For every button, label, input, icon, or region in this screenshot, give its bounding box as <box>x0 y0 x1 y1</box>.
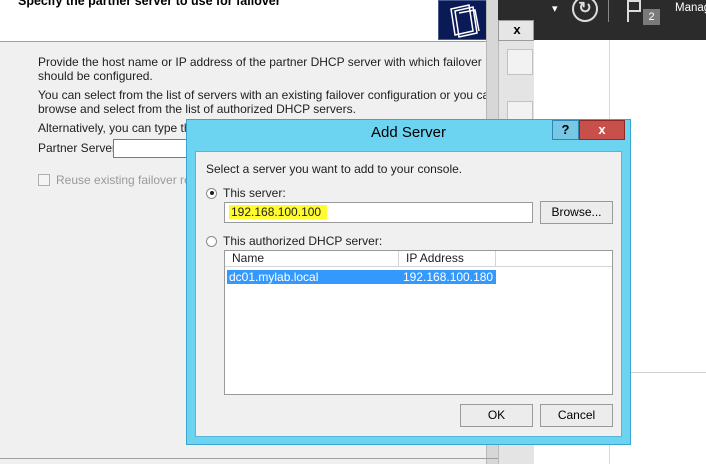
wizard-header: Specify the partner server to use for fa… <box>0 0 498 42</box>
panel-box <box>507 49 533 75</box>
close-icon[interactable]: x <box>503 21 531 39</box>
wizard-para2: You can select from the list of servers … <box>38 88 496 102</box>
ok-button[interactable]: OK <box>460 404 533 427</box>
notifications-flag-icon[interactable] <box>627 0 641 22</box>
folders-icon <box>438 0 488 40</box>
wizard-para2b: browse and select from the list of autho… <box>38 102 356 116</box>
this-server-option[interactable]: This server: <box>206 186 286 200</box>
reuse-failover-label: Reuse existing failover relati <box>56 173 207 187</box>
authorized-servers-list[interactable]: Name IP Address dc01.mylab.local 192.168… <box>224 250 613 395</box>
authorized-server-label: This authorized DHCP server: <box>223 234 383 248</box>
this-server-input[interactable]: 192.168.100.100 <box>224 202 533 223</box>
column-header-name[interactable]: Name <box>225 251 399 267</box>
manage-menu[interactable]: Manag <box>675 2 706 14</box>
this-server-radio[interactable] <box>206 187 217 199</box>
wizard-para3: Alternatively, you can type the h <box>38 121 208 135</box>
authorized-server-radio[interactable] <box>206 235 217 247</box>
this-server-value: 192.168.100.100 <box>229 205 328 219</box>
cancel-button[interactable]: Cancel <box>540 404 613 427</box>
list-item[interactable]: dc01.mylab.local 192.168.100.180 <box>227 270 496 284</box>
server-name: dc01.mylab.local <box>229 270 319 284</box>
reuse-failover-checkbox-row: Reuse existing failover relati <box>38 173 206 187</box>
server-ip: 192.168.100.180 <box>403 270 494 284</box>
wizard-para1: Provide the host name or IP address of t… <box>38 55 482 69</box>
chevron-down-icon[interactable]: ▾ <box>552 2 558 15</box>
reuse-failover-checkbox[interactable] <box>38 174 50 186</box>
close-button[interactable]: x <box>579 120 625 140</box>
list-header: Name IP Address <box>225 251 612 267</box>
dialog-body: Select a server you want to add to your … <box>195 151 622 437</box>
add-server-dialog: Add Server ? x Select a server you want … <box>186 119 631 445</box>
divider <box>0 458 498 459</box>
help-button[interactable]: ? <box>552 120 579 140</box>
authorized-server-option[interactable]: This authorized DHCP server: <box>206 234 382 248</box>
this-server-label: This server: <box>223 186 286 200</box>
browse-button[interactable]: Browse... <box>540 201 613 224</box>
partner-server-input[interactable] <box>113 139 193 158</box>
partner-server-label: Partner Server: <box>38 141 120 155</box>
notification-count-badge: 2 <box>643 9 660 25</box>
column-header-ip[interactable]: IP Address <box>399 251 496 267</box>
divider <box>608 0 609 22</box>
dialog-instruction: Select a server you want to add to your … <box>206 162 463 176</box>
wizard-para1b: should be configured. <box>38 69 153 83</box>
wizard-title: Specify the partner server to use for fa… <box>18 0 281 8</box>
